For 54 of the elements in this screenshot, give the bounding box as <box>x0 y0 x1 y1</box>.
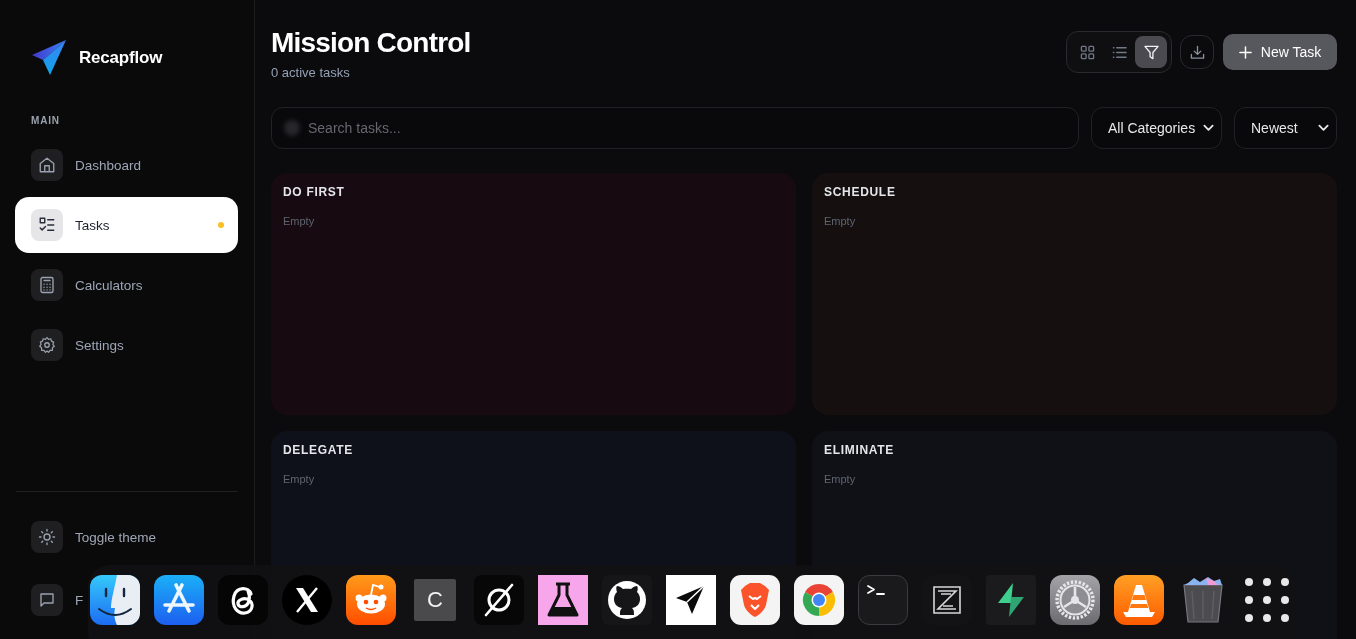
x-mark-icon[interactable] <box>282 575 332 625</box>
quadrant-title: DELEGATE <box>283 443 355 457</box>
slashed-ring-tile-icon[interactable] <box>474 575 524 625</box>
empty-text: Empty <box>824 472 857 486</box>
paper-plane-tile-icon[interactable] <box>666 575 716 625</box>
list-icon <box>1111 44 1127 60</box>
search-field[interactable]: Search tasks... <box>271 107 1079 149</box>
download-button[interactable] <box>1180 35 1214 69</box>
funnel-icon <box>1143 44 1159 60</box>
calculator-icon <box>38 276 56 294</box>
quadrant-title: DO FIRST <box>283 185 346 199</box>
page-title: Mission Control <box>271 27 471 58</box>
alien-face-tile-icon[interactable] <box>346 575 396 625</box>
at-sign-tile-icon[interactable] <box>218 575 268 625</box>
settings-icon <box>38 336 56 354</box>
empty-text: Empty <box>824 214 857 228</box>
section-label: MAIN <box>30 115 61 127</box>
flask-tile-icon[interactable] <box>538 575 588 625</box>
new-task-button[interactable]: New Task <box>1223 34 1337 70</box>
sidebar-item[interactable]: Settings <box>15 317 238 373</box>
empty-text: Empty <box>283 214 316 228</box>
quadrant-title: SCHEDULE <box>824 185 897 199</box>
task-count: 0 active tasks <box>271 65 351 81</box>
sidebar-item[interactable]: Tasks <box>15 197 238 253</box>
letter-tile[interactable]: C <box>414 579 456 621</box>
filter-button[interactable] <box>1135 36 1167 68</box>
sidebar-item[interactable]: Toggle theme <box>15 509 159 565</box>
download-icon <box>1189 44 1205 60</box>
grid-icon <box>1079 44 1095 60</box>
sidebar-item[interactable]: Dashboard <box>15 137 238 193</box>
tricolor-circle-tile-icon[interactable] <box>794 575 844 625</box>
sidebar-item[interactable]: Calculators <box>15 257 238 313</box>
shield-tile-icon[interactable] <box>730 575 780 625</box>
house-icon <box>38 156 56 174</box>
gear-tile-icon[interactable] <box>1050 575 1100 625</box>
sun-icon <box>38 528 56 546</box>
traffic-cone-tile-icon[interactable] <box>1114 575 1164 625</box>
quadrant-title: ELIMINATE <box>824 443 896 457</box>
checklist-icon <box>38 216 56 234</box>
sidebar-item[interactable]: F <box>15 572 86 628</box>
empty-text: Empty <box>283 472 316 486</box>
chevron-down-icon <box>1203 124 1214 132</box>
dot-grid-icon[interactable] <box>1242 575 1292 625</box>
chevron-down-icon <box>1318 124 1329 132</box>
face-tile-icon[interactable] <box>90 575 140 625</box>
crossed-sticks-tile-icon[interactable] <box>154 575 204 625</box>
terminal-icon[interactable] <box>858 575 908 625</box>
sort-dropdown[interactable]: Newest <box>1234 107 1337 149</box>
brand-name: Recapflow <box>79 47 163 68</box>
plus-icon <box>1238 45 1252 59</box>
chat-bubble-icon <box>38 591 56 609</box>
lightning-bolt-tile-icon[interactable] <box>986 575 1036 625</box>
category-dropdown[interactable]: All Categories <box>1091 107 1222 149</box>
paper-plane-logo-icon <box>32 40 66 75</box>
